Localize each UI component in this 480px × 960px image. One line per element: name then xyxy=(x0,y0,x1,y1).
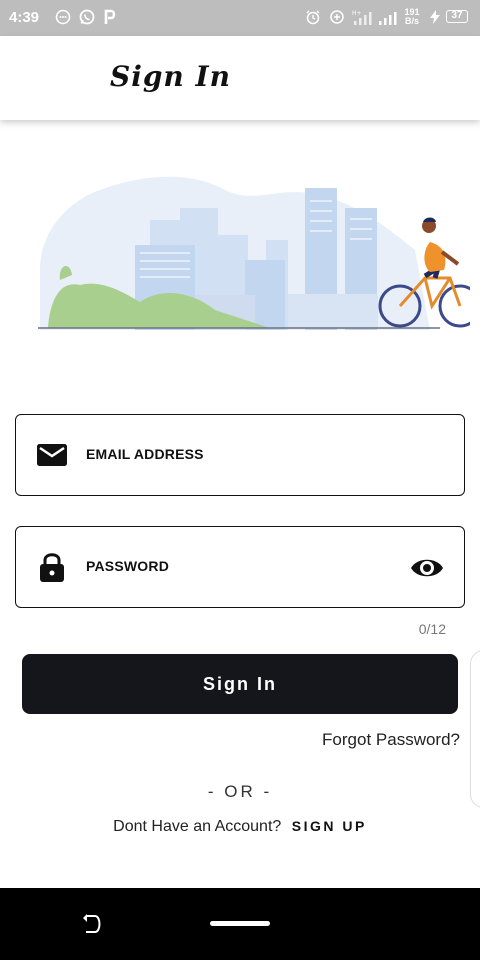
data-saver-icon xyxy=(330,10,344,24)
charging-icon xyxy=(430,10,440,24)
sign-up-link[interactable]: SIGN UP xyxy=(292,818,367,834)
lock-icon xyxy=(40,553,64,582)
password-field[interactable]: PASSWORD xyxy=(15,526,465,608)
status-time: 4:39 xyxy=(9,9,40,26)
mail-icon xyxy=(37,444,67,466)
or-divider: - OR - xyxy=(207,782,273,801)
messaging-icon xyxy=(55,9,71,25)
app-bar: Sign In xyxy=(0,36,480,120)
network-speed: 191 B/s xyxy=(404,7,420,26)
signup-prompt: Dont Have an Account? xyxy=(113,818,282,835)
battery-indicator: 37 xyxy=(446,10,468,23)
system-nav-bar xyxy=(0,888,480,960)
home-gesture-bar[interactable] xyxy=(210,921,270,926)
password-placeholder: PASSWORD xyxy=(86,558,170,574)
alarm-icon xyxy=(306,10,320,25)
edge-panel-handle[interactable] xyxy=(470,650,480,808)
page-title: Sign In xyxy=(110,60,231,93)
status-bar: 4:39 H+ 191 B/s 37 xyxy=(0,0,480,36)
signal-icon: H+ xyxy=(352,10,372,25)
sign-in-button[interactable]: Sign In xyxy=(22,654,458,714)
city-cyclist-illustration xyxy=(38,176,470,330)
whatsapp-icon xyxy=(79,9,95,25)
eye-icon[interactable] xyxy=(410,551,444,585)
email-field[interactable]: EMAIL ADDRESS xyxy=(15,414,465,496)
password-char-counter: 0/12 xyxy=(418,621,446,637)
forgot-password-link[interactable]: Forgot Password? xyxy=(300,730,460,750)
back-icon[interactable] xyxy=(80,912,104,936)
p-app-icon xyxy=(104,9,116,24)
signal-strength-icon xyxy=(379,12,397,25)
email-placeholder: EMAIL ADDRESS xyxy=(86,446,204,462)
svg-text:H+: H+ xyxy=(352,10,362,17)
signup-row: Dont Have an Account? SIGN UP xyxy=(0,818,480,836)
